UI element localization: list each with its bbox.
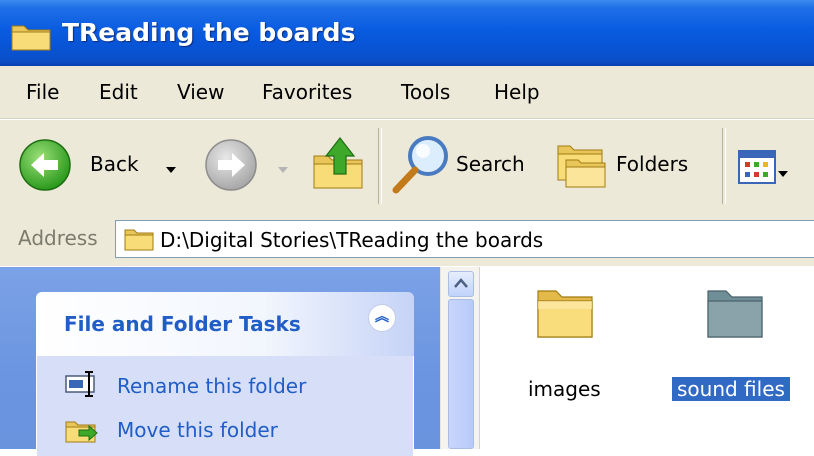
address-bar: Address D:\Digital Stories\TReading the … [0,212,814,266]
up-folder-icon[interactable] [310,134,366,198]
folder-item-sound-files[interactable]: sound files [666,281,806,401]
vertical-scrollbar[interactable] [440,267,480,449]
address-field[interactable]: D:\Digital Stories\TReading the boards [115,220,814,258]
back-dropdown-icon[interactable] [166,160,176,179]
menu-tools[interactable]: Tools [401,80,450,104]
folder-icon [124,226,154,256]
back-button[interactable]: Back [18,138,178,192]
rename-folder-label: Rename this folder [117,374,307,398]
move-folder-label: Move this folder [117,418,278,442]
collapse-chevron-icon[interactable]: ︽ [368,304,396,332]
file-label-images: images [528,377,601,401]
folders-icon [556,136,608,196]
window-title: TReading the boards [62,18,356,47]
folder-icon [534,281,598,349]
toolbar: Back Search Folders [0,119,814,213]
folders-button[interactable]: Folders [556,136,706,196]
back-arrow-icon [18,138,72,196]
address-label: Address [18,226,98,250]
folder-icon [10,20,52,56]
file-folder-tasks-body: Rename this folder Move this folder [36,356,414,456]
menu-favorites[interactable]: Favorites [262,80,352,104]
forward-dropdown-icon[interactable] [278,160,288,179]
rename-folder-task[interactable]: Rename this folder [65,368,395,402]
search-label: Search [456,152,525,176]
menu-bar: File Edit View Favorites Tools Help [0,66,814,119]
menu-help[interactable]: Help [494,80,540,104]
back-label: Back [90,152,139,176]
views-icon[interactable] [738,150,776,188]
file-label-sound-files: sound files [672,377,790,401]
scroll-up-button[interactable] [448,271,474,297]
move-folder-task[interactable]: Move this folder [65,414,395,448]
views-dropdown-icon[interactable] [778,164,788,183]
move-icon [65,416,99,448]
toolbar-separator [722,128,726,204]
search-icon [390,132,452,200]
menu-edit[interactable]: Edit [99,80,138,104]
scroll-thumb[interactable] [448,299,474,449]
menu-file[interactable]: File [26,80,59,104]
search-button[interactable]: Search [390,132,540,196]
folder-icon [704,281,768,349]
file-folder-tasks-header[interactable]: File and Folder Tasks ︽ [36,292,414,356]
task-pane: File and Folder Tasks ︽ Rename this fold… [0,267,440,456]
folder-item-images[interactable]: images [520,281,630,401]
rename-icon [65,370,99,402]
title-bar[interactable]: TReading the boards [0,0,814,66]
toolbar-separator [378,128,382,204]
forward-arrow-icon[interactable] [204,138,258,196]
address-value: D:\Digital Stories\TReading the boards [160,228,544,252]
file-list: images sound files [480,267,814,449]
menu-view[interactable]: View [177,80,224,104]
panel-title: File and Folder Tasks [64,312,301,336]
folders-label: Folders [616,152,689,176]
